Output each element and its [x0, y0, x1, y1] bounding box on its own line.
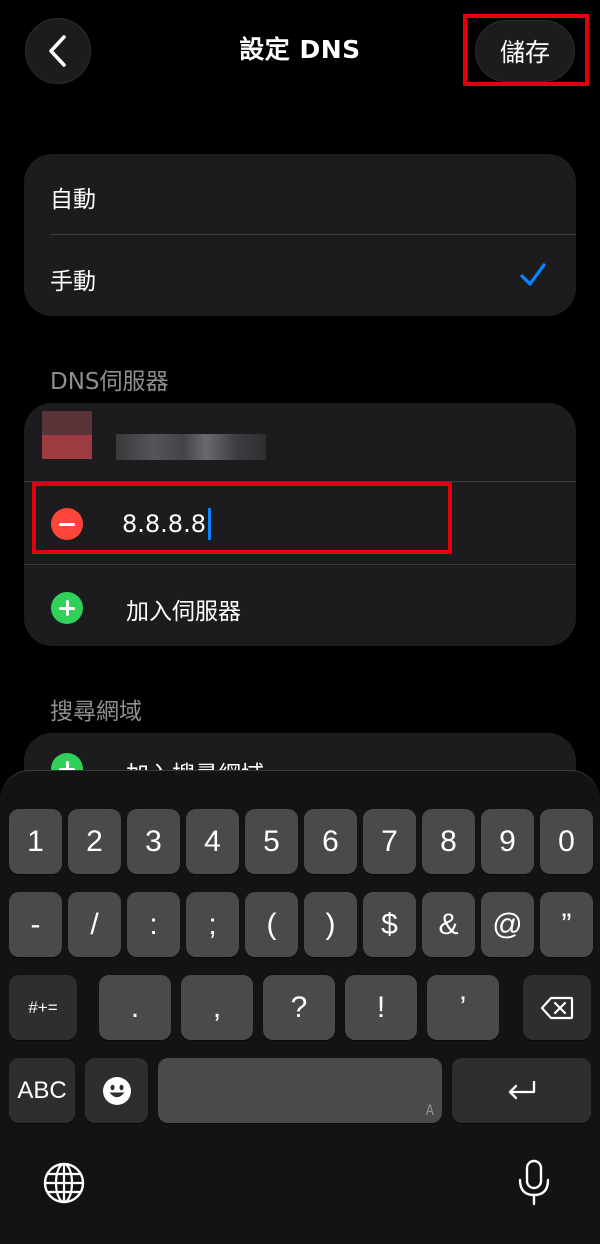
- key-7[interactable]: 7: [363, 809, 416, 874]
- return-icon: [508, 1080, 535, 1099]
- globe-button[interactable]: [42, 1161, 88, 1207]
- key-question[interactable]: ?: [263, 975, 335, 1040]
- key-9[interactable]: 9: [481, 809, 534, 874]
- redacted-server-icon: [42, 411, 92, 435]
- key-symbols[interactable]: #+=: [9, 975, 77, 1040]
- dictation-button[interactable]: [516, 1159, 552, 1209]
- emoji-key[interactable]: [85, 1058, 148, 1123]
- key-apostrophe[interactable]: ’: [427, 975, 499, 1040]
- key-slash[interactable]: /: [68, 892, 121, 957]
- add-server-icon[interactable]: [51, 592, 83, 624]
- key-3[interactable]: 3: [127, 809, 180, 874]
- checkmark-icon: [520, 263, 546, 286]
- dns-mode-automatic[interactable]: 自動: [50, 180, 96, 214]
- delete-key[interactable]: [523, 975, 591, 1040]
- key-open-paren[interactable]: (: [245, 892, 298, 957]
- globe-icon: [43, 1162, 85, 1204]
- key-2[interactable]: 2: [68, 809, 121, 874]
- key-8[interactable]: 8: [422, 809, 475, 874]
- key-close-paren[interactable]: ): [304, 892, 357, 957]
- key-dollar[interactable]: $: [363, 892, 416, 957]
- search-domains-section-title: 搜尋網域: [50, 699, 142, 725]
- divider: [24, 564, 576, 565]
- return-key[interactable]: [452, 1058, 591, 1123]
- space-key[interactable]: A: [158, 1058, 442, 1123]
- space-key-hint: A: [425, 1103, 434, 1119]
- key-0[interactable]: 0: [540, 809, 593, 874]
- key-abc[interactable]: ABC: [9, 1058, 75, 1123]
- redacted-server-icon-lower: [42, 435, 92, 459]
- divider: [50, 234, 576, 235]
- keyboard: 1 2 3 4 5 6 7 8 9 0 - / : ; ( ) $ & @ ” …: [0, 770, 600, 1244]
- key-5[interactable]: 5: [245, 809, 298, 874]
- save-button[interactable]: 儲存: [475, 20, 575, 82]
- key-semicolon[interactable]: ;: [186, 892, 239, 957]
- key-4[interactable]: 4: [186, 809, 239, 874]
- key-colon[interactable]: :: [127, 892, 180, 957]
- key-at[interactable]: @: [481, 892, 534, 957]
- key-comma[interactable]: ,: [181, 975, 253, 1040]
- add-server-button[interactable]: 加入伺服器: [126, 592, 241, 626]
- key-exclamation[interactable]: !: [345, 975, 417, 1040]
- key-1[interactable]: 1: [9, 809, 62, 874]
- emoji-icon: [102, 1076, 131, 1105]
- redacted-server-address: [116, 434, 266, 460]
- backspace-icon: [540, 996, 574, 1019]
- key-quote[interactable]: ”: [540, 892, 593, 957]
- dns-mode-manual[interactable]: 手動: [50, 262, 96, 296]
- key-ampersand[interactable]: &: [422, 892, 475, 957]
- key-hyphen[interactable]: -: [9, 892, 62, 957]
- key-period[interactable]: .: [99, 975, 171, 1040]
- dns-servers-section-title: DNS伺服器: [50, 369, 169, 395]
- dns-mode-card: 自動 手動: [24, 154, 576, 316]
- microphone-icon: [518, 1159, 550, 1206]
- server-input-highlight-box: [32, 482, 452, 554]
- key-6[interactable]: 6: [304, 809, 357, 874]
